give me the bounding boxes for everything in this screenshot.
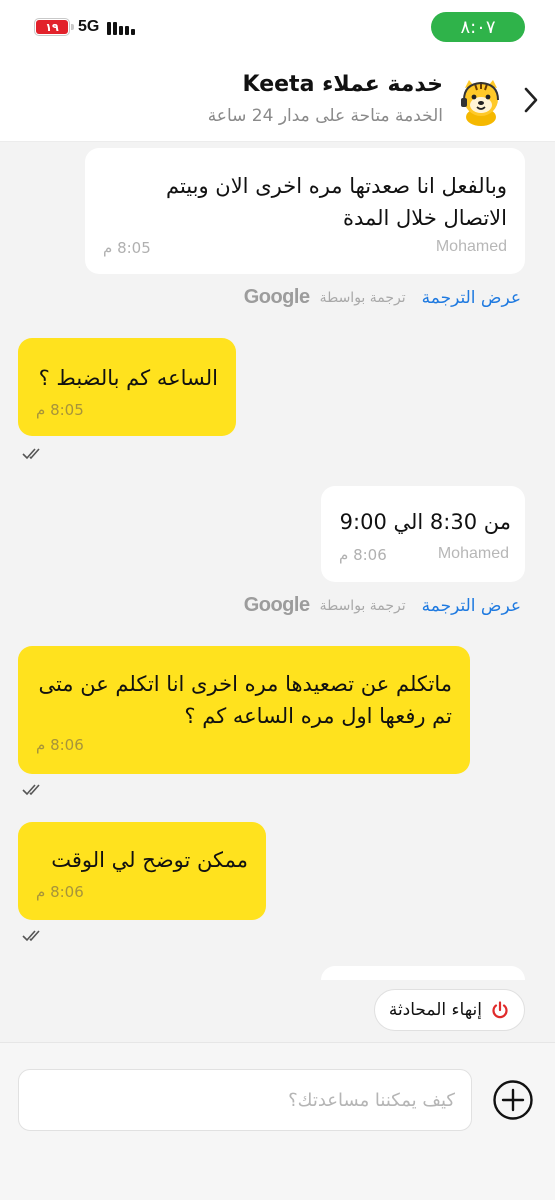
- message-sender: Mohamed: [437, 545, 509, 562]
- message-text: ماتكلم عن تصعيدها مره اخرى انا اتكلم عن …: [38, 672, 452, 728]
- message-sender: Mohamed: [435, 238, 507, 255]
- google-logo: Google: [243, 286, 310, 308]
- tiger-mascot-icon: [461, 80, 499, 126]
- message-time: 8:06 م: [339, 546, 387, 564]
- read-receipt-icon: [22, 448, 40, 460]
- end-chat-label: إنهاء المحادثة: [388, 1000, 482, 1020]
- message-incoming: من 8:30 الي 9:00 Mohamed 8:06 م: [321, 486, 525, 582]
- status-indicators: ١٩ 5G: [34, 18, 136, 36]
- read-receipt-icon: [22, 930, 40, 942]
- translation-row: Google ترجمة بواسطة عرض الترجمة: [244, 594, 521, 617]
- message-outgoing: ماتكلم عن تصعيدها مره اخرى انا اتكلم عن …: [18, 646, 470, 774]
- translated-by-label: ترجمة بواسطة: [319, 289, 406, 306]
- back-button[interactable]: [517, 84, 545, 116]
- message-input[interactable]: [18, 1069, 472, 1131]
- network-type: 5G: [78, 18, 100, 35]
- plus-circle-icon[interactable]: [492, 1079, 534, 1121]
- power-icon: [492, 1001, 508, 1019]
- message-text: ممكن توضح لي الوقت: [51, 848, 248, 872]
- message-time: 8:06 م: [36, 736, 84, 754]
- chat-title: خدمة عملاء Keeta: [242, 72, 443, 97]
- message-outgoing: الساعه كم بالضبط ؟ 8:05 م: [18, 338, 236, 436]
- show-translation-link[interactable]: عرض الترجمة: [422, 596, 521, 616]
- message-composer: [0, 1042, 555, 1200]
- message-time: 8:05 م: [36, 401, 84, 419]
- read-receipt-icon: [22, 784, 40, 796]
- chat-subtitle: الخدمة متاحة على مدار 24 ساعة: [207, 106, 443, 126]
- message-time: 8:05 م: [103, 239, 151, 257]
- message-outgoing: ممكن توضح لي الوقت 8:06 م: [18, 822, 266, 920]
- show-translation-link[interactable]: عرض الترجمة: [422, 288, 521, 308]
- message-text: الساعه كم بالضبط ؟: [38, 366, 218, 390]
- google-logo: Google: [243, 594, 310, 616]
- status-bar: ١٩ 5G ٨:٠٧: [0, 0, 555, 58]
- battery-icon: ١٩: [34, 18, 74, 36]
- message-text: من 8:30 الي 9:00: [339, 510, 511, 534]
- message-incoming: وبالفعل انا صعدتها مره اخرى الان وبيتم ا…: [85, 148, 525, 274]
- clock: ٨:٠٧: [431, 12, 525, 42]
- chat-header: خدمة عملاء Keeta الخدمة متاحة على مدار 2…: [0, 58, 555, 142]
- message-time: 8:06 م: [36, 883, 84, 901]
- translated-by-label: ترجمة بواسطة: [319, 597, 406, 614]
- translation-row: Google ترجمة بواسطة عرض الترجمة: [244, 286, 521, 309]
- end-chat-button[interactable]: إنهاء المحادثة: [373, 989, 525, 1031]
- battery-level: ١٩: [36, 20, 68, 34]
- signal-icon: [107, 19, 136, 35]
- message-incoming-partial: [321, 966, 525, 980]
- chevron-right-icon: [524, 87, 538, 113]
- message-text: وبالفعل انا صعدتها مره اخرى الان وبيتم ا…: [165, 174, 507, 230]
